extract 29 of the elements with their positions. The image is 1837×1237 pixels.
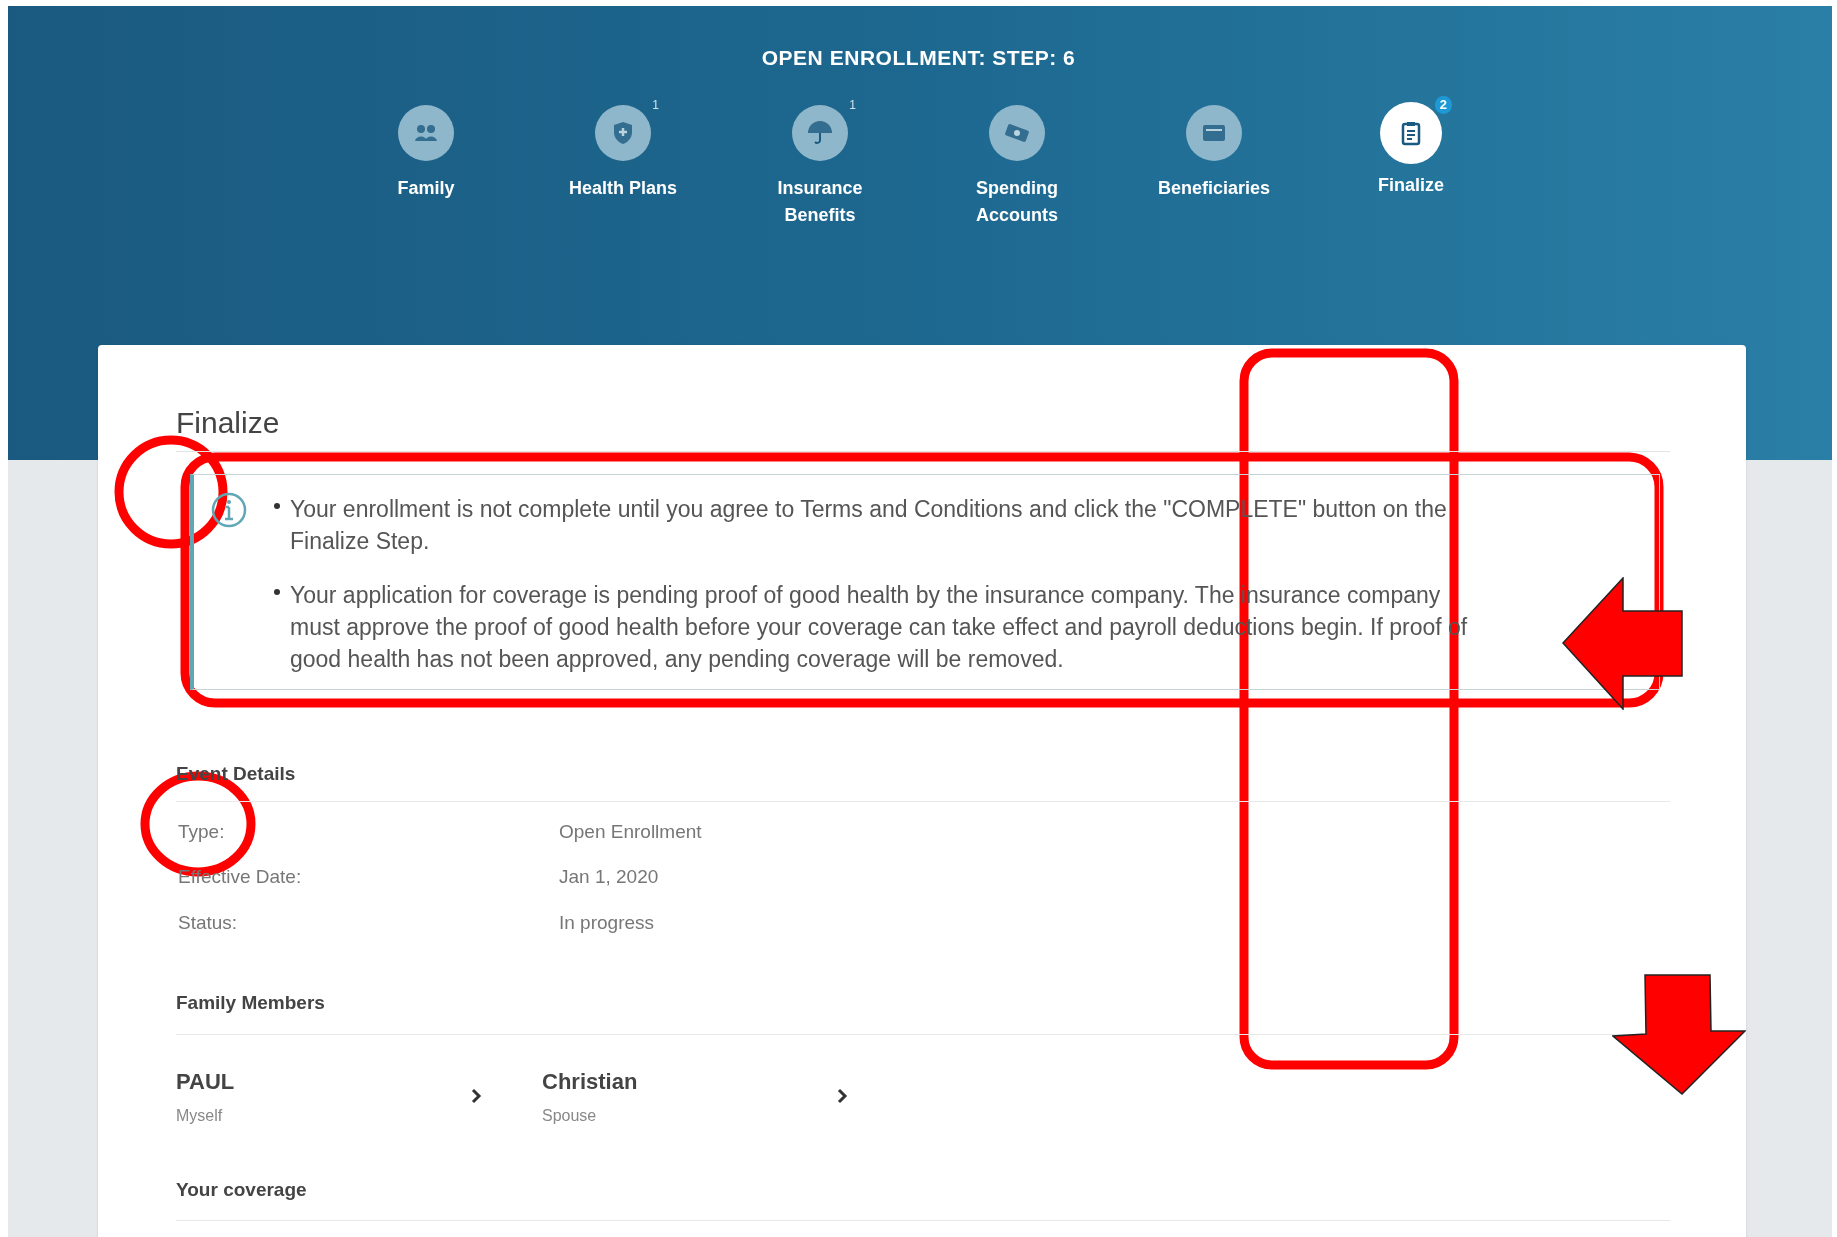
detail-label: Status: bbox=[177, 910, 239, 935]
chevron-right-icon bbox=[836, 1087, 848, 1105]
member-relation: Spouse bbox=[542, 1105, 598, 1126]
enrollment-step-title: OPEN ENROLLMENT: STEP: 6 bbox=[761, 45, 1076, 71]
bullet-icon bbox=[274, 503, 280, 509]
detail-value: In progress bbox=[559, 910, 655, 935]
chevron-right-icon bbox=[470, 1087, 482, 1105]
count-label: 1 bbox=[652, 96, 659, 114]
detail-value: Open Enrollment bbox=[559, 819, 702, 844]
step-label[interactable]: Finalize bbox=[1336, 171, 1486, 199]
family-member-item[interactable]: Christian Spouse bbox=[542, 1064, 848, 1128]
member-name: Christian bbox=[542, 1067, 638, 1096]
step-label[interactable]: Beneficiaries bbox=[1139, 174, 1289, 202]
step-label[interactable]: Health Plans bbox=[548, 174, 698, 202]
step-label[interactable]: Family bbox=[351, 174, 501, 202]
bullet-icon bbox=[274, 589, 280, 595]
family-member-item[interactable]: PAUL Myself bbox=[176, 1064, 482, 1128]
section-heading: Family Members bbox=[176, 991, 325, 1015]
step-label[interactable]: Spending Accounts bbox=[942, 174, 1092, 229]
member-relation: Myself bbox=[176, 1105, 224, 1126]
detail-label: Effective Date: bbox=[177, 865, 303, 889]
detail-value: Jan 1, 2020 bbox=[559, 865, 659, 889]
info-icon bbox=[210, 491, 248, 529]
member-name: PAUL bbox=[176, 1067, 235, 1096]
detail-label: Type: bbox=[177, 819, 226, 844]
step-label[interactable]: Insurance Benefits bbox=[745, 174, 895, 229]
page-title: Finalize bbox=[176, 405, 280, 441]
count-label: 1 bbox=[849, 96, 856, 114]
section-heading: Your coverage bbox=[176, 1177, 307, 1202]
